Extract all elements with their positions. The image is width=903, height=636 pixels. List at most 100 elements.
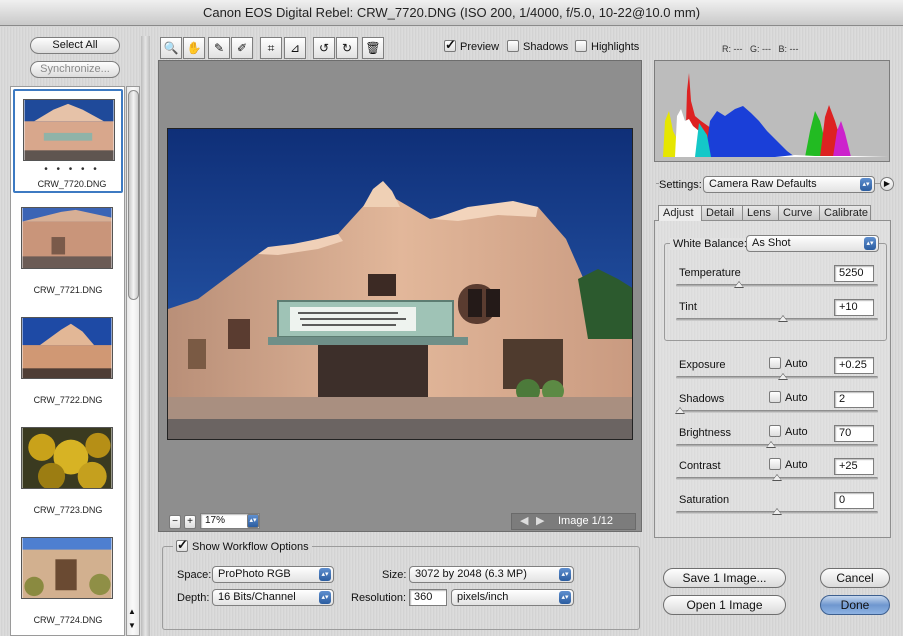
histogram-graph — [663, 73, 889, 157]
checkbox-icon[interactable] — [769, 425, 781, 437]
depth-dropdown[interactable]: 16 Bits/Channel ▴▾ — [212, 589, 334, 606]
checkbox-icon[interactable] — [769, 458, 781, 470]
preview-image[interactable] — [167, 128, 633, 440]
slider-value-field[interactable]: 2 — [834, 391, 874, 408]
slider-value-field[interactable]: 5250 — [834, 265, 874, 282]
cancel-button[interactable]: Cancel — [820, 568, 890, 588]
zoom-in-icon[interactable]: + — [184, 515, 196, 529]
filmstrip-item[interactable]: CRW_7721.DNG — [11, 199, 124, 310]
dropdown-arrow-icon: ▴▾ — [864, 237, 876, 250]
checkbox-icon[interactable] — [507, 40, 519, 52]
depth-label: Depth: — [177, 592, 210, 604]
highlights-clipping-checkbox[interactable]: Highlights — [575, 40, 639, 53]
slider-value: 70 — [839, 427, 852, 439]
slider-value-field[interactable]: 0 — [834, 492, 874, 509]
filmstrip[interactable]: • • • • • CRW_7720.DNG CRW_7721.DNG CRW_… — [10, 86, 125, 636]
thumbnail-caption: CRW_7720.DNG — [37, 179, 107, 189]
space-dropdown[interactable]: ProPhoto RGB ▴▾ — [212, 566, 334, 583]
zoom-tool-icon[interactable]: 🔍 — [160, 37, 182, 59]
checkbox-icon[interactable] — [769, 357, 781, 369]
slider-track[interactable] — [676, 318, 878, 321]
zoom-out-icon[interactable]: − — [169, 515, 181, 529]
scroll-up-arrow-icon[interactable]: ▲ — [128, 607, 136, 616]
slider-track[interactable] — [676, 284, 878, 287]
filmstrip-item[interactable]: CRW_7724.DNG — [11, 529, 124, 635]
white-balance-dropdown[interactable]: As Shot ▴▾ — [746, 235, 879, 252]
resolution-field[interactable]: 360 — [409, 589, 447, 606]
slider-label: Contrast — [679, 460, 721, 472]
slider-value: 2 — [839, 393, 846, 405]
white-balance-tool-icon[interactable]: ✎ — [208, 37, 230, 59]
hand-tool-icon[interactable]: ✋ — [183, 37, 205, 59]
select-all-button[interactable]: Select All — [30, 37, 120, 54]
image-navigator: ◀ ▶ Image 1/12 — [511, 513, 636, 530]
slider-value-field[interactable]: +0.25 — [834, 357, 874, 374]
slider-thumb[interactable] — [765, 441, 776, 448]
size-dropdown[interactable]: 3072 by 2048 (6.3 MP) ▴▾ — [409, 566, 574, 583]
next-image-icon[interactable]: ▶ — [536, 514, 544, 529]
scrollbar-thumb[interactable] — [128, 90, 139, 300]
crop-tool-icon[interactable]: ⌗ — [260, 37, 282, 59]
slider-label: Temperature — [679, 267, 741, 279]
slider-thumb[interactable] — [772, 474, 782, 481]
slider-label: Shadows — [679, 393, 725, 405]
done-button[interactable]: Done — [820, 595, 890, 615]
filmstrip-item[interactable]: CRW_7722.DNG — [11, 309, 124, 420]
open-image-button[interactable]: Open 1 Image — [663, 595, 786, 615]
filmstrip-item[interactable]: CRW_7723.DNG — [11, 419, 124, 530]
shadows-clipping-checkbox[interactable]: Shadows — [507, 40, 568, 53]
settings-menu-icon[interactable]: ▶ — [880, 177, 894, 191]
resolution-value: 360 — [414, 591, 433, 603]
thumbnail-image — [21, 207, 113, 269]
tab-lens[interactable]: Lens — [742, 205, 779, 221]
rating-dots[interactable]: • • • • • — [15, 164, 124, 175]
slider-value: +25 — [839, 460, 858, 472]
trash-icon[interactable]: 🗑 — [362, 37, 384, 59]
checkbox-icon[interactable] — [575, 40, 587, 52]
scroll-down-arrow-icon[interactable]: ▼ — [128, 621, 136, 630]
tab-calibrate[interactable]: Calibrate — [819, 205, 871, 221]
slider-thumb[interactable] — [778, 315, 789, 322]
auto-checkbox[interactable]: Auto — [769, 357, 808, 370]
slider-value: 0 — [839, 494, 846, 506]
slider-value-field[interactable]: +25 — [834, 458, 874, 475]
checkbox-checked-icon[interactable] — [176, 537, 188, 553]
slider-label: Exposure — [679, 359, 726, 371]
tab-detail[interactable]: Detail — [701, 205, 743, 221]
zoom-dropdown-arrow-icon[interactable]: ▴▾ — [247, 514, 259, 528]
show-workflow-options-checkbox[interactable]: Show Workflow Options — [173, 537, 312, 553]
slider-thumb[interactable] — [675, 407, 686, 414]
thumbnail-caption: CRW_7723.DNG — [33, 505, 103, 515]
auto-checkbox[interactable]: Auto — [769, 425, 808, 438]
auto-checkbox[interactable]: Auto — [769, 458, 808, 471]
slider-track[interactable] — [676, 376, 878, 379]
resolution-unit-dropdown[interactable]: pixels/inch ▴▾ — [451, 589, 574, 606]
previous-image-icon[interactable]: ◀ — [520, 514, 528, 529]
settings-dropdown[interactable]: Camera Raw Defaults ▴▾ — [703, 176, 875, 193]
rotate-left-icon[interactable]: ↺ — [313, 37, 335, 59]
tab-adjust[interactable]: Adjust — [658, 205, 702, 221]
checkbox-checked-icon[interactable] — [444, 37, 456, 53]
filmstrip-item[interactable]: • • • • • CRW_7720.DNG — [13, 89, 123, 193]
preview-checkbox[interactable]: Preview — [444, 37, 499, 53]
filmstrip-scrollbar[interactable]: ▲ ▼ — [126, 86, 140, 636]
tab-curve[interactable]: Curve — [778, 205, 820, 221]
auto-label: Auto — [785, 459, 808, 471]
color-sampler-tool-icon[interactable]: ✐ — [231, 37, 253, 59]
auto-checkbox[interactable]: Auto — [769, 391, 808, 404]
straighten-tool-icon[interactable]: ⊿ — [284, 37, 306, 59]
rotate-right-icon[interactable]: ↻ — [336, 37, 358, 59]
slider-value-field[interactable]: +10 — [834, 299, 874, 316]
slider-thumb[interactable] — [772, 508, 782, 515]
slider-thumb[interactable] — [778, 373, 789, 380]
slider-track[interactable] — [676, 410, 878, 413]
depth-value: 16 Bits/Channel — [218, 591, 296, 603]
slider-track[interactable] — [676, 444, 878, 447]
checkbox-icon[interactable] — [769, 391, 781, 403]
slider-value-field[interactable]: 70 — [834, 425, 874, 442]
save-image-button[interactable]: Save 1 Image... — [663, 568, 786, 588]
synchronize-button[interactable]: Synchronize... — [30, 61, 120, 78]
histogram — [654, 60, 890, 162]
panel-splitter[interactable] — [141, 36, 150, 636]
slider-thumb[interactable] — [733, 281, 744, 288]
